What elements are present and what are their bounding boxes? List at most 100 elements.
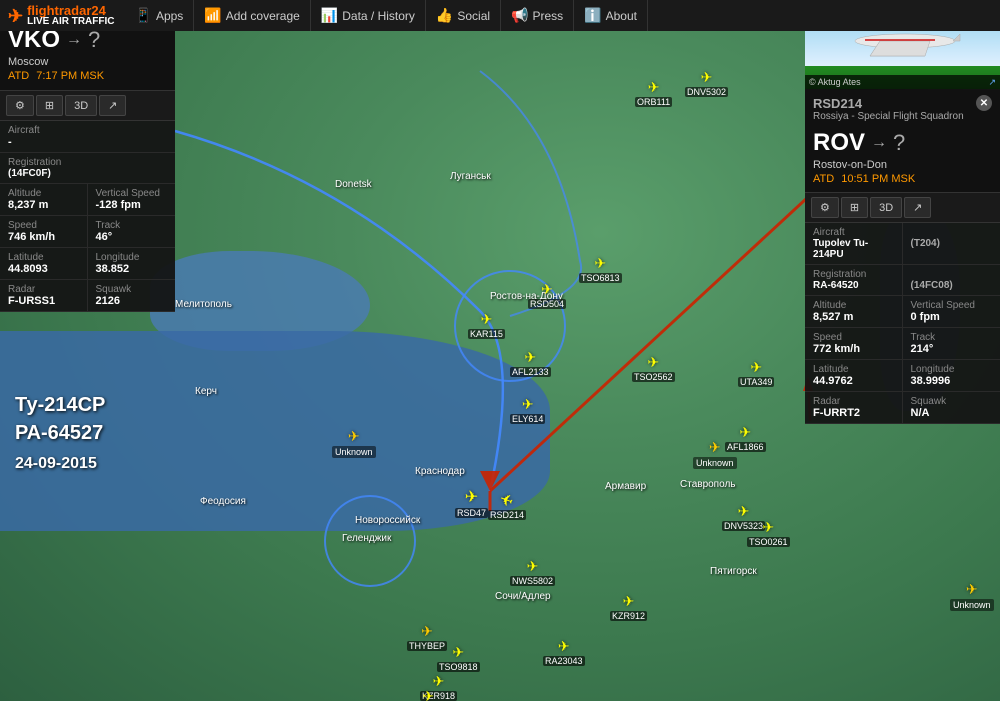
right-settings-btn[interactable]: ⚙ bbox=[811, 197, 839, 218]
nav-about[interactable]: ℹ️ About bbox=[574, 0, 648, 31]
flight-tso0261[interactable]: ✈ TSO0261 bbox=[747, 519, 790, 547]
photo-external-link[interactable]: ↗ bbox=[988, 77, 996, 88]
photo-caption: © Aktug Ates ↗ bbox=[805, 75, 1000, 90]
right-toolbar: ⚙ ⊞ 3D ↗ bbox=[805, 193, 1000, 223]
right-dest-code: ? bbox=[893, 130, 905, 156]
flight-rsd214[interactable]: ✈ RSD214 bbox=[488, 489, 526, 520]
left-lat-cell: Latitude 44.8093 bbox=[0, 248, 88, 279]
nav-add-coverage[interactable]: 📶 Add coverage bbox=[194, 0, 311, 31]
left-share-btn[interactable]: ↗ bbox=[99, 95, 126, 116]
city-gelendzhik: Геленджик bbox=[342, 533, 391, 544]
right-alt-vs-row: Altitude 8,527 m Vertical Speed 0 fpm bbox=[805, 296, 1000, 328]
left-speed-cell: Speed 746 km/h bbox=[0, 216, 88, 247]
flight-uta349[interactable]: ✈ UTA349 bbox=[738, 359, 774, 387]
logo: ✈ flightradar24 LIVE AIR TRAFFIC bbox=[8, 4, 115, 27]
left-aircraft-row: Aircraft - bbox=[0, 121, 175, 153]
right-atd-row: ATD 10:51 PM MSK bbox=[813, 171, 992, 189]
right-flight-panel: © Aktug Ates ↗ RSD214 ✕ Rossiya - Specia… bbox=[805, 0, 1000, 424]
flight-unknown2[interactable]: ✈ Unknown bbox=[693, 439, 737, 469]
left-lon-cell: Longitude 38.852 bbox=[88, 248, 176, 279]
city-melitopol: Мелитополь bbox=[175, 299, 232, 310]
flight-nws5802[interactable]: ✈ NWS5802 bbox=[510, 558, 555, 586]
flight-rsd47[interactable]: ✈ RSD47 bbox=[455, 487, 488, 518]
right-track-cell: Track 214° bbox=[903, 328, 1000, 359]
left-altitude-cell: Altitude 8,237 m bbox=[0, 184, 88, 215]
flight-tso2562[interactable]: ✈ TSO2562 bbox=[632, 354, 675, 382]
right-split-btn[interactable]: ⊞ bbox=[841, 197, 868, 218]
flight-afl2134[interactable]: ✈ AFL2134 bbox=[408, 688, 449, 701]
right-flight-id-row: RSD214 ✕ bbox=[813, 95, 992, 111]
flight-tso6813[interactable]: ✈ TSO6813 bbox=[579, 255, 622, 283]
city-feodosiya: Феодосия bbox=[200, 496, 246, 507]
right-lon-cell: Longitude 38.9996 bbox=[903, 360, 1000, 391]
flight-unknown3[interactable]: ✈ Unknown bbox=[950, 581, 994, 611]
info-icon: ℹ️ bbox=[584, 7, 601, 24]
flight-afl2133[interactable]: ✈ AFL2133 bbox=[510, 349, 551, 377]
right-altitude-cell: Altitude 8,527 m bbox=[805, 296, 903, 327]
left-radar-squawk-row: Radar F-URSS1 Squawk 2126 bbox=[0, 280, 175, 312]
right-share-btn[interactable]: ↗ bbox=[904, 197, 931, 218]
left-split-btn[interactable]: ⊞ bbox=[36, 95, 63, 116]
city-armavir: Армавир bbox=[605, 481, 646, 492]
nav-apps[interactable]: 📱 Apps bbox=[125, 0, 195, 31]
city-sochi: Сочи/Адлер bbox=[495, 591, 551, 602]
flight-ra23043[interactable]: ✈ RA23043 bbox=[543, 638, 585, 666]
right-aircraft-tag-cell: (T204) bbox=[903, 223, 1000, 264]
left-registration-cell: Registration (14FC0F) bbox=[0, 153, 175, 183]
apps-icon: 📱 bbox=[135, 7, 152, 24]
right-speed-track-row: Speed 772 km/h Track 214° bbox=[805, 328, 1000, 360]
flight-kzr912[interactable]: ✈ KZR912 bbox=[610, 593, 647, 621]
right-squawk-cell: Squawk N/A bbox=[903, 392, 1000, 423]
right-close-button[interactable]: ✕ bbox=[976, 95, 992, 111]
left-toolbar: ⚙ ⊞ 3D ↗ bbox=[0, 91, 175, 121]
right-registration-row: Registration RA-64520 (14FC08) bbox=[805, 265, 1000, 296]
right-route-arrow: → bbox=[871, 134, 887, 152]
right-aircraft-row: Aircraft Tupolev Tu-214PU (T204) bbox=[805, 223, 1000, 265]
signal-icon: 📶 bbox=[204, 7, 221, 24]
right-airline: Rossiya - Special Flight Squadron bbox=[813, 111, 992, 122]
right-origin-code: ROV bbox=[813, 129, 865, 157]
city-donetsk: Donetsk bbox=[335, 179, 372, 190]
map-annotation: Ту-214СР РА-64527 24-09-2015 bbox=[15, 391, 105, 475]
chart-icon: 📊 bbox=[321, 7, 338, 24]
flight-thybep[interactable]: ✈ THYBEP bbox=[407, 623, 447, 651]
city-krasnodar: Краснодар bbox=[415, 466, 465, 477]
right-flight-header: RSD214 ✕ Rossiya - Special Flight Squadr… bbox=[805, 90, 1000, 193]
right-city-name: Rostov-on-Don bbox=[813, 159, 992, 171]
right-reg-tag-cell: (14FC08) bbox=[903, 265, 1000, 295]
flight-kar115[interactable]: ✈ KAR115 bbox=[468, 311, 505, 339]
flight-rsd504[interactable]: ✈ RSD504 bbox=[528, 281, 566, 309]
right-radar-squawk-row: Radar F-URRT2 Squawk N/A bbox=[805, 392, 1000, 424]
right-3d-btn[interactable]: 3D bbox=[870, 197, 902, 218]
city-pyatigorsk: Пятигорск bbox=[710, 566, 757, 577]
right-info-grid: Aircraft Tupolev Tu-214PU (T204) Registr… bbox=[805, 223, 1000, 424]
left-registration-row: Registration (14FC0F) bbox=[0, 153, 175, 184]
top-navigation: ✈ flightradar24 LIVE AIR TRAFFIC 📱 Apps … bbox=[0, 0, 1000, 31]
left-latlon-row: Latitude 44.8093 Longitude 38.852 bbox=[0, 248, 175, 280]
left-vs-cell: Vertical Speed -128 fpm bbox=[88, 184, 176, 215]
flight-unknown1[interactable]: ✈ Unknown bbox=[332, 428, 376, 458]
city-kerch: Керч bbox=[195, 386, 217, 397]
nav-social[interactable]: 👍 Social bbox=[426, 0, 501, 31]
left-info-grid: Aircraft - Registration (14FC0F) Altitud… bbox=[0, 121, 175, 312]
city-novorossiysk: Новороссийск bbox=[355, 515, 420, 526]
flight-orb111[interactable]: ✈ ORB111 bbox=[635, 79, 672, 107]
city-stavropol: Ставрополь bbox=[680, 479, 736, 490]
right-lat-cell: Latitude 44.9762 bbox=[805, 360, 903, 391]
left-track-cell: Track 46° bbox=[88, 216, 176, 247]
left-atd-row: ATD 7:17 PM MSK bbox=[8, 68, 167, 86]
right-registration-cell: Registration RA-64520 bbox=[805, 265, 903, 295]
left-3d-btn[interactable]: 3D bbox=[65, 95, 97, 116]
left-radar-cell: Radar F-URSS1 bbox=[0, 280, 88, 311]
flight-ely614[interactable]: ✈ ELY614 bbox=[510, 396, 545, 424]
right-route-row: ROV → ? bbox=[813, 125, 992, 159]
nav-data-history[interactable]: 📊 Data / History bbox=[311, 0, 426, 31]
nav-press[interactable]: 📢 Press bbox=[501, 0, 574, 31]
city-luhansk: Луганськ bbox=[450, 171, 491, 182]
right-speed-cell: Speed 772 km/h bbox=[805, 328, 903, 359]
left-settings-btn[interactable]: ⚙ bbox=[6, 95, 34, 116]
left-route-arrow: → bbox=[66, 31, 82, 49]
left-alt-vs-row: Altitude 8,237 m Vertical Speed -128 fpm bbox=[0, 184, 175, 216]
flight-dnv5302[interactable]: ✈ DNV5302 bbox=[685, 69, 728, 97]
left-speed-track-row: Speed 746 km/h Track 46° bbox=[0, 216, 175, 248]
